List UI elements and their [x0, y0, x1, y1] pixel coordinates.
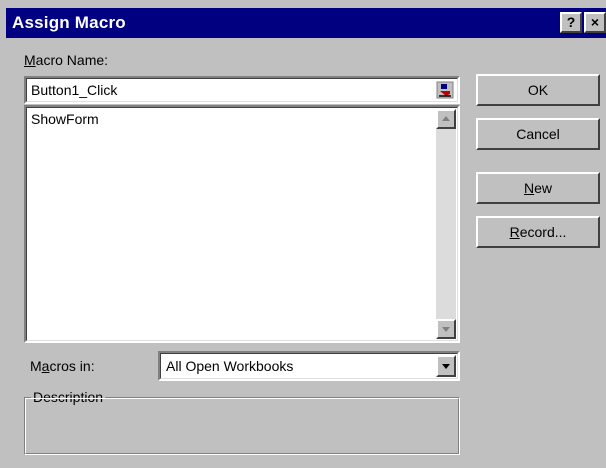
ok-button[interactable]: OK [476, 74, 600, 106]
down-arrow-icon [442, 327, 450, 332]
new-button[interactable]: New [476, 172, 600, 204]
chevron-down-icon [442, 364, 450, 369]
vertical-scrollbar[interactable] [436, 109, 456, 339]
list-item[interactable]: ShowForm [31, 111, 99, 127]
macro-picker-icon[interactable] [436, 81, 454, 99]
dialog-title: Assign Macro [12, 13, 126, 32]
macro-name-value: Button1_Click [31, 82, 118, 98]
close-button[interactable]: × [584, 12, 606, 33]
record-button[interactable]: Record... [476, 216, 600, 248]
help-button[interactable]: ? [560, 12, 582, 33]
help-icon: ? [566, 14, 576, 30]
scroll-down-button[interactable] [436, 319, 456, 339]
macros-in-dropdown[interactable]: All Open Workbooks [158, 351, 460, 381]
up-arrow-icon [442, 116, 450, 121]
scroll-up-button[interactable] [436, 109, 456, 129]
description-legend: Description [31, 389, 106, 405]
dropdown-button[interactable] [436, 355, 456, 377]
macro-name-input[interactable]: Button1_Click [24, 76, 460, 104]
description-group: Description [24, 389, 460, 455]
macro-list[interactable]: ShowForm [24, 105, 460, 343]
cancel-button[interactable]: Cancel [476, 118, 600, 150]
title-bar[interactable]: Assign Macro ? × [6, 8, 606, 38]
macros-in-value: All Open Workbooks [166, 358, 294, 374]
macro-name-label: Macro Name: [24, 52, 109, 68]
close-icon: × [590, 14, 600, 30]
macros-in-label: Macros in: [30, 358, 95, 374]
